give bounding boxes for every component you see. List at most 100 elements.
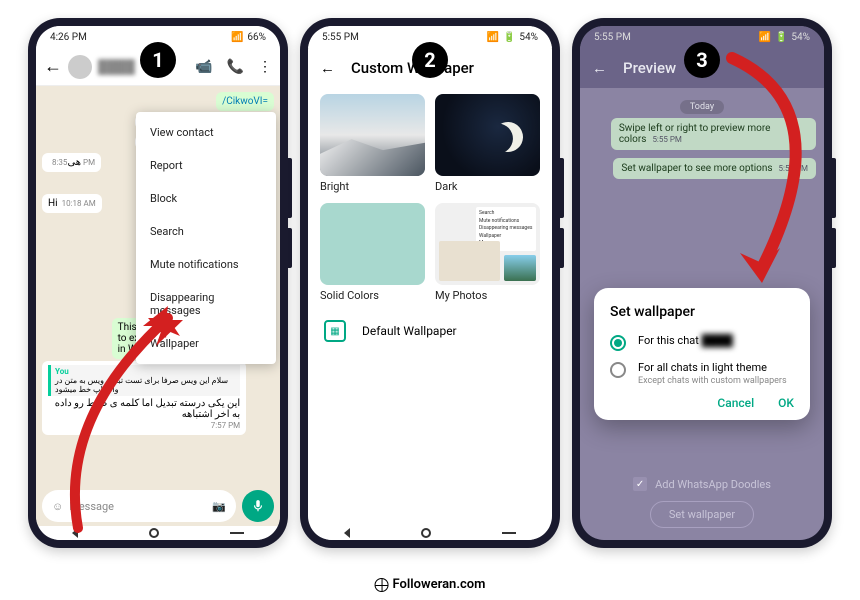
status-time: 4:26 PM [50, 32, 87, 43]
avatar[interactable] [68, 55, 92, 79]
preview-message: Swipe left or right to preview more colo… [611, 118, 816, 150]
bright-thumbnail [320, 94, 425, 176]
message-input[interactable]: ☺ Message 📷 [42, 490, 236, 522]
message-time: 10:18 AM [62, 199, 96, 208]
battery-text: 54% [791, 32, 810, 43]
doodles-checkbox-row[interactable]: ✓ Add WhatsApp Doodles [633, 477, 771, 491]
set-wallpaper-dialog: Set wallpaper For this chat ████ For all… [594, 288, 810, 420]
message-link[interactable]: /CikwoVI= [222, 96, 268, 107]
default-wallpaper-icon: ▦ [324, 320, 346, 342]
menu-wallpaper[interactable]: Wallpaper [136, 327, 276, 360]
emoji-icon[interactable]: ☺ [52, 500, 63, 513]
wallpaper-tile-photos[interactable]: Search Mute notifications Disappearing m… [435, 203, 540, 302]
step-badge-3: 3 [684, 42, 720, 78]
status-icons: 📶 🔋 54% [487, 32, 538, 43]
solid-thumbnail [320, 203, 425, 285]
cancel-button[interactable]: Cancel [717, 396, 754, 410]
wallpaper-tile-bright[interactable]: Bright [320, 94, 425, 193]
signal-icon: 📶 [231, 32, 243, 43]
menu-search[interactable]: Search [136, 215, 276, 248]
wallpaper-tile-solid[interactable]: Solid Colors [320, 203, 425, 302]
screen-2: 5:55 PM 📶 🔋 54% ← Custom Wallpaper Brigh… [308, 26, 552, 540]
chat-input-bar: ☺ Message 📷 [36, 486, 280, 526]
radio-this-chat[interactable]: For this chat ████ [610, 334, 794, 351]
watermark-text: Followeran.com [393, 577, 486, 592]
wallpaper-tile-dark[interactable]: Dark [435, 94, 540, 193]
ok-button[interactable]: OK [778, 396, 794, 410]
redacted-name: ████ [702, 334, 733, 347]
back-arrow-icon[interactable]: ← [44, 56, 62, 77]
android-navbar [308, 526, 552, 540]
radio-icon [610, 335, 626, 351]
nav-back-icon[interactable] [344, 528, 350, 538]
message-text: این یکی درسته تبدیل اما کلمه ی ضبط رو دا… [48, 398, 240, 420]
battery-text: 66% [247, 32, 266, 43]
battery-text: 54% [519, 32, 538, 43]
back-arrow-icon[interactable]: ← [592, 59, 607, 77]
dark-thumbnail [435, 94, 540, 176]
nav-home-icon[interactable] [421, 528, 431, 538]
battery-icon: 🔋 [775, 32, 787, 43]
tile-label: Dark [435, 180, 540, 193]
preview-body[interactable]: Today Swipe left or right to preview mor… [580, 88, 824, 540]
phone-3: 3 5:55 PM 📶 🔋 54% ← Preview Today Swipe … [572, 18, 832, 548]
preview-message: Set wallpaper to see more options5:55 PM [613, 158, 816, 179]
menu-block[interactable]: Block [136, 182, 276, 215]
checkbox-icon: ✓ [633, 477, 647, 491]
android-navbar [36, 526, 280, 540]
message-text: Hi [48, 198, 58, 209]
battery-icon: 🔋 [503, 32, 515, 43]
more-icon[interactable]: ⋮ [258, 59, 272, 75]
photos-thumbnail: Search Mute notifications Disappearing m… [435, 203, 540, 285]
step-badge-1: 1 [140, 42, 176, 78]
globe-icon [375, 578, 389, 592]
signal-icon: 📶 [487, 32, 499, 43]
call-icon[interactable]: 📞 [227, 59, 244, 75]
video-call-icon[interactable]: 📹 [195, 59, 212, 75]
radio-sublabel: Except chats with custom wallpapers [638, 376, 787, 386]
set-wallpaper-button[interactable]: Set wallpaper [650, 501, 754, 528]
menu-report[interactable]: Report [136, 149, 276, 182]
nav-recent-icon[interactable] [230, 532, 244, 534]
status-time: 5:55 PM [322, 32, 359, 43]
menu-view-contact[interactable]: View contact [136, 116, 276, 149]
status-icons: 📶 🔋 54% [759, 32, 810, 43]
menu-disappearing[interactable]: Disappearing messages [136, 281, 276, 327]
step-badge-2: 2 [412, 42, 448, 78]
tile-label: Bright [320, 180, 425, 193]
back-arrow-icon[interactable]: ← [320, 59, 335, 77]
tile-label: Solid Colors [320, 289, 425, 302]
default-wallpaper-row[interactable]: ▦ Default Wallpaper [308, 308, 552, 354]
mic-button[interactable] [242, 490, 274, 522]
tile-label: My Photos [435, 289, 540, 302]
phone-2: 2 5:55 PM 📶 🔋 54% ← Custom Wallpaper Bri… [300, 18, 560, 548]
doodles-label: Add WhatsApp Doodles [655, 478, 771, 491]
radio-icon [610, 362, 626, 378]
preview-footer: ✓ Add WhatsApp Doodles Set wallpaper [580, 477, 824, 528]
context-menu: View contact Report Block Search Mute no… [136, 112, 276, 364]
radio-label: For all chats in light theme [638, 361, 787, 374]
page-title: Preview [623, 59, 676, 77]
menu-mute[interactable]: Mute notifications [136, 248, 276, 281]
status-time: 5:55 PM [594, 32, 631, 43]
date-chip: Today [680, 100, 724, 114]
screen-1: 4:26 PM 📶 66% ← ████ 📹 📞 ⋮ /CikwoVI= Sep… [36, 26, 280, 540]
screen-3: 5:55 PM 📶 🔋 54% ← Preview Today Swipe le… [580, 26, 824, 540]
nav-home-icon[interactable] [149, 528, 159, 538]
dialog-title: Set wallpaper [610, 304, 794, 320]
nav-recent-icon[interactable] [502, 532, 516, 534]
input-placeholder: Message [69, 500, 206, 513]
radio-all-chats[interactable]: For all chats in light theme Except chat… [610, 361, 794, 386]
status-icons: 📶 66% [231, 32, 266, 43]
wallpaper-grid: Bright Dark Solid Colors Search Mute not… [308, 88, 552, 308]
radio-label: For this chat [638, 334, 699, 347]
message-text: هی [67, 157, 81, 168]
chat-body[interactable]: /CikwoVI= Septem Septem هی8:35 PM Octo H… [36, 86, 280, 486]
nav-back-icon[interactable] [72, 528, 78, 538]
watermark: Followeran.com [375, 577, 486, 592]
default-wallpaper-label: Default Wallpaper [362, 324, 457, 338]
message-time: 7:57 PM [211, 421, 240, 430]
reply-quote: Youسلام این ویس صرفا برای تست تبدیل ویس … [48, 365, 240, 396]
camera-icon[interactable]: 📷 [212, 500, 226, 513]
phone-1: 1 4:26 PM 📶 66% ← ████ 📹 📞 ⋮ /CikwoVI= S… [28, 18, 288, 548]
